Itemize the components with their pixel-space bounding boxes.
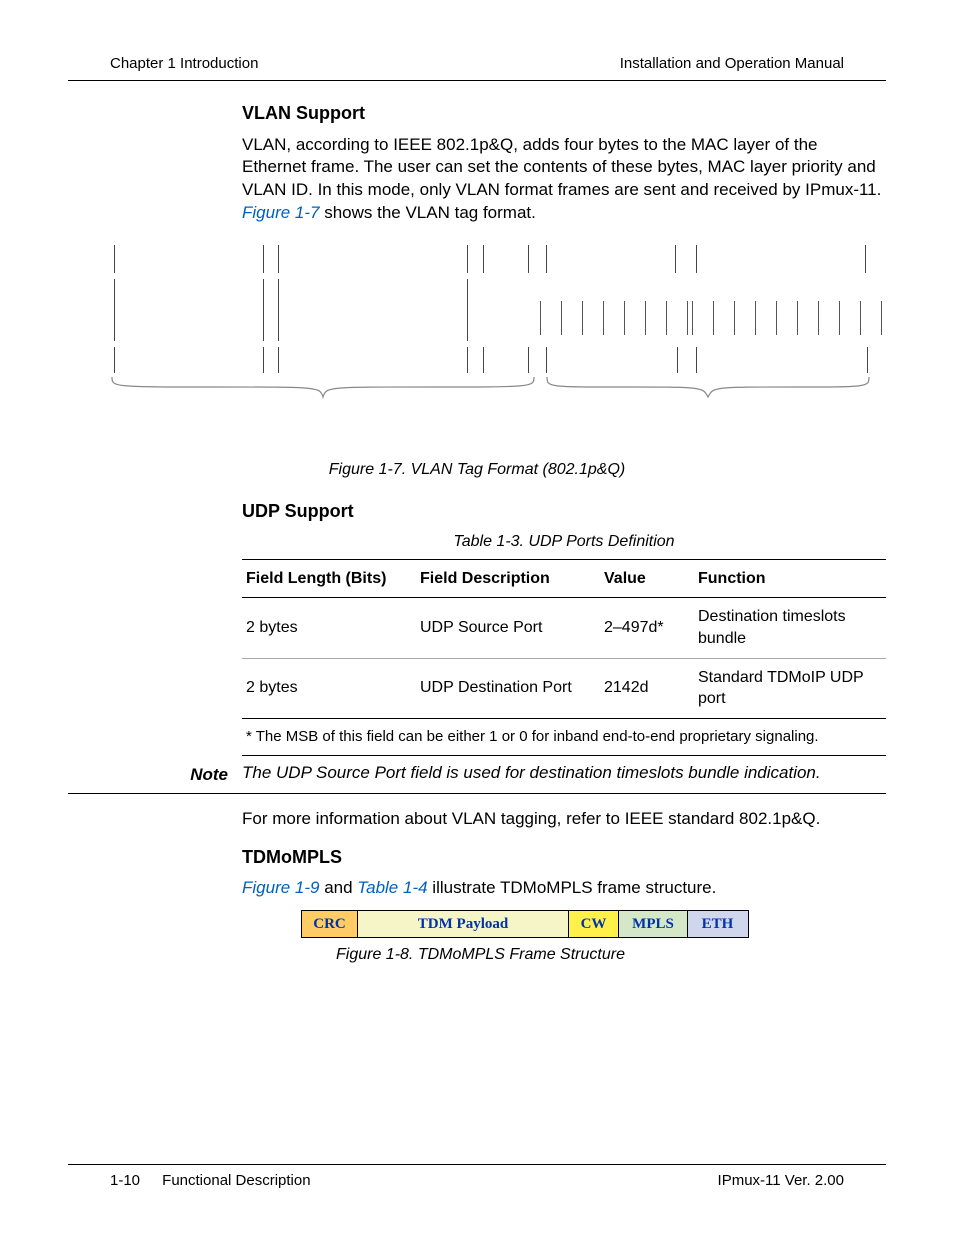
footer-product: IPmux-11 Ver. 2.00 (718, 1171, 844, 1191)
vlan-para-pre: VLAN, according to IEEE 802.1p&Q, adds f… (242, 135, 881, 200)
figure-vlan-tag-format (68, 245, 886, 405)
vlan-paragraph: VLAN, according to IEEE 802.1p&Q, adds f… (242, 134, 886, 226)
frame-cell-crc: CRC (301, 910, 359, 938)
th-field-length: Field Length (Bits) (242, 559, 416, 598)
td: UDP Source Port (416, 598, 600, 658)
tdm-paragraph: Figure 1-9 and Table 1-4 illustrate TDMo… (242, 877, 886, 900)
header-chapter: Chapter 1 Introduction (110, 54, 258, 74)
heading-udp-support: UDP Support (242, 499, 886, 523)
brace-left (108, 377, 538, 401)
td: 2–497d* (600, 598, 694, 658)
caption-figure-1-7: Figure 1-7. VLAN Tag Format (802.1p&Q) (68, 459, 886, 481)
td: 2142d (600, 658, 694, 718)
note-text: The UDP Source Port field is used for de… (242, 762, 886, 787)
frame-cell-cw: CW (568, 910, 620, 938)
note-label: Note (190, 765, 228, 784)
td: 2 bytes (242, 598, 416, 658)
header-manual: Installation and Operation Manual (620, 54, 844, 74)
table-header-row: Field Length (Bits) Field Description Va… (242, 559, 886, 598)
vlan-more-info: For more information about VLAN tagging,… (242, 808, 886, 831)
note-block: Note The UDP Source Port field is used f… (68, 756, 886, 794)
th-value: Value (600, 559, 694, 598)
link-figure-1-7[interactable]: Figure 1-7 (242, 203, 319, 222)
footer-page-number: 1-10 (110, 1171, 158, 1191)
link-table-1-4[interactable]: Table 1-4 (357, 878, 427, 897)
page-header: Chapter 1 Introduction Installation and … (68, 54, 886, 81)
td: Destination timeslots bundle (694, 598, 886, 658)
figure-tdmompls-frame: CRC TDM Payload CW MPLS ETH (302, 910, 749, 938)
heading-tdmompls: TDMoMPLS (242, 845, 886, 869)
link-figure-1-9[interactable]: Figure 1-9 (242, 878, 319, 897)
table-row: 2 bytes UDP Destination Port 2142d Stand… (242, 658, 886, 718)
th-field-description: Field Description (416, 559, 600, 598)
brace-right (543, 377, 873, 401)
page-footer: 1-10 Functional Description IPmux-11 Ver… (68, 1164, 886, 1191)
table-udp-ports: Field Length (Bits) Field Description Va… (242, 559, 886, 719)
tdm-mid: and (319, 878, 357, 897)
heading-vlan-support: VLAN Support (242, 101, 886, 125)
table-footnote: * The MSB of this field can be either 1 … (242, 719, 886, 756)
frame-cell-eth: ETH (687, 910, 749, 938)
tdm-post: illustrate TDMoMPLS frame structure. (428, 878, 717, 897)
td: Standard TDMoIP UDP port (694, 658, 886, 718)
vlan-para-post: shows the VLAN tag format. (319, 203, 535, 222)
td: UDP Destination Port (416, 658, 600, 718)
frame-cell-mpls: MPLS (618, 910, 688, 938)
table-row: 2 bytes UDP Source Port 2–497d* Destinat… (242, 598, 886, 658)
caption-figure-1-8: Figure 1-8. TDMoMPLS Frame Structure (242, 944, 886, 966)
footer-section: Functional Description (162, 1172, 310, 1189)
frame-cell-tdm: TDM Payload (357, 910, 569, 938)
td: 2 bytes (242, 658, 416, 718)
caption-table-1-3: Table 1-3. UDP Ports Definition (242, 531, 886, 553)
th-function: Function (694, 559, 886, 598)
